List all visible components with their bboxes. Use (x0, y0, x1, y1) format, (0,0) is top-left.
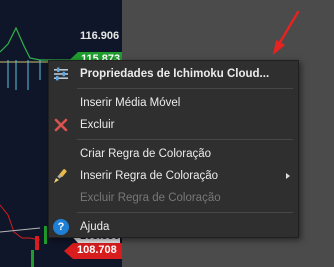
context-menu: Propriedades de Ichimoku Cloud... Inseri… (48, 60, 299, 238)
menu-item-label: Inserir Regra de Coloração (80, 170, 219, 182)
menu-item-properties[interactable]: Propriedades de Ichimoku Cloud... (49, 63, 298, 85)
ichimoku-line-red (0, 204, 41, 241)
menu-separator (77, 139, 293, 140)
menu-item-label: Propriedades de Ichimoku Cloud... (80, 68, 270, 80)
menu-item-insert-coloring-rule[interactable]: Inserir Regra de Coloração (49, 165, 298, 187)
price-badge-red: 108.708 (64, 243, 122, 259)
submenu-arrow-icon (286, 173, 290, 179)
brush-icon (53, 168, 69, 184)
help-icon: ? (53, 219, 69, 235)
menu-item-help[interactable]: ? Ajuda (49, 216, 298, 238)
menu-item-create-coloring-rule[interactable]: Criar Regra de Coloração (49, 143, 298, 165)
candle-red (35, 236, 39, 250)
menu-item-delete[interactable]: Excluir (49, 114, 298, 136)
menu-item-label: Inserir Média Móvel (80, 97, 181, 109)
menu-item-label: Ajuda (80, 221, 110, 233)
menu-item-delete-coloring-rule: Excluir Regra de Coloração (49, 187, 298, 209)
menu-item-label: Excluir Regra de Coloração (80, 192, 221, 204)
menu-item-label: Excluir (80, 119, 115, 131)
menu-separator (77, 88, 293, 89)
ichimoku-line-green (0, 26, 72, 61)
ichimoku-line-gray (0, 227, 41, 233)
delete-x-icon (53, 117, 69, 133)
menu-item-insert-moving-average[interactable]: Inserir Média Móvel (49, 92, 298, 114)
candle-green-small (31, 250, 34, 267)
price-label-top: 116.906 (80, 30, 120, 42)
properties-icon (53, 66, 69, 82)
menu-item-label: Criar Regra de Coloração (80, 148, 212, 160)
candle-green (44, 226, 47, 244)
menu-separator (77, 212, 293, 213)
